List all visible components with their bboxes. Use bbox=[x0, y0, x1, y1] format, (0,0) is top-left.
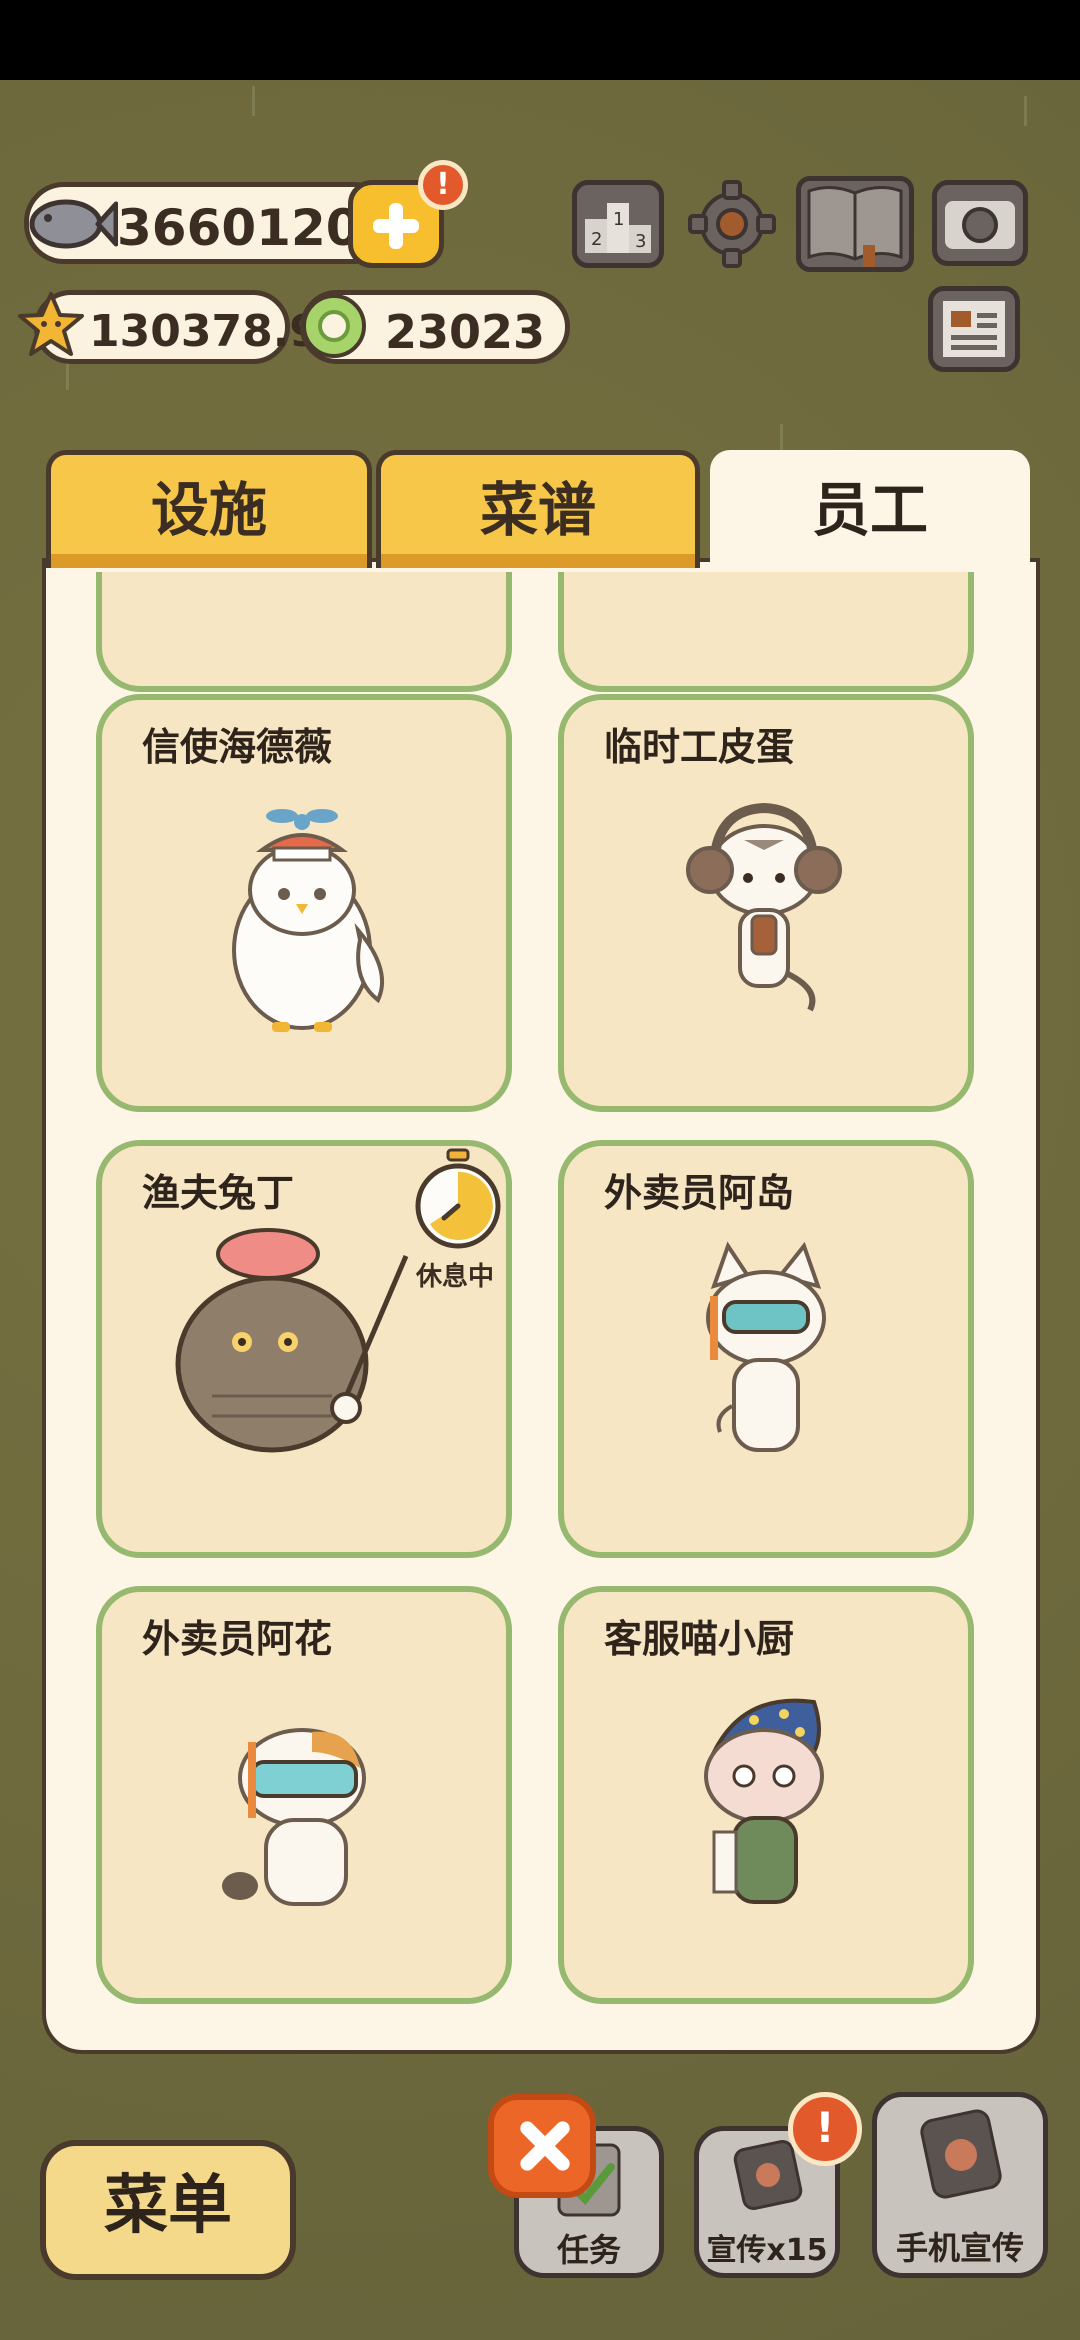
tab-facilities-label: 设施 bbox=[150, 476, 267, 544]
status-bar bbox=[0, 0, 1080, 80]
tab-recipes[interactable]: 菜谱 bbox=[376, 450, 700, 568]
staff-card-partial[interactable] bbox=[96, 572, 512, 692]
cat-headphones-character-icon bbox=[686, 802, 842, 1012]
staff-card-pidan[interactable]: 临时工皮蛋 bbox=[558, 694, 974, 1112]
nightcap-cat-character-icon bbox=[704, 1698, 824, 1904]
tab-recipes-label: 菜谱 bbox=[479, 476, 596, 544]
book-icon bbox=[807, 186, 903, 267]
resting-status: 休息中 bbox=[408, 1146, 508, 1296]
snorkel-cat-white-character-icon bbox=[706, 1241, 826, 1452]
podium-icon: 2 1 3 bbox=[585, 203, 651, 253]
svg-text:3: 3 bbox=[635, 231, 646, 252]
alert-badge: ! bbox=[418, 160, 468, 210]
gem-icon bbox=[302, 294, 366, 358]
menu-button[interactable]: 菜单 bbox=[40, 2140, 296, 2280]
staff-card-partial[interactable] bbox=[558, 572, 974, 692]
camera-button[interactable] bbox=[932, 180, 1028, 266]
svg-text:1: 1 bbox=[613, 209, 624, 230]
background-rain-mark bbox=[252, 86, 255, 116]
gem-count: 23023 bbox=[385, 305, 546, 359]
staff-panel: 设施 菜谱 员工 信使海德薇 临时工皮蛋 渔夫兔丁 休息中 外卖员阿岛 外卖员阿… bbox=[42, 450, 1040, 2054]
resting-label: 休息中 bbox=[416, 1262, 495, 1292]
staff-card-tuding[interactable]: 渔夫兔丁 休息中 bbox=[96, 1140, 512, 1558]
close-button[interactable] bbox=[488, 2094, 596, 2198]
phone-promo-icon bbox=[920, 2109, 1002, 2199]
background-rain-mark bbox=[66, 360, 69, 390]
camera-icon bbox=[945, 201, 1015, 249]
tab-staff-label: 员工 bbox=[811, 476, 928, 544]
recipe-book-button[interactable] bbox=[796, 176, 914, 272]
fish-icon bbox=[29, 199, 118, 249]
staff-card-adao[interactable]: 外卖员阿岛 bbox=[558, 1140, 974, 1558]
star-count: 130378.9 bbox=[89, 306, 321, 357]
task-label: 任务 bbox=[556, 2231, 621, 2269]
promo-label: 宣传x15 bbox=[706, 2233, 828, 2268]
phone-promo-button[interactable]: 手机宣传 bbox=[872, 2092, 1048, 2278]
ranking-button[interactable]: 2 1 3 bbox=[572, 180, 664, 268]
phone-promo-label: 手机宣传 bbox=[895, 2229, 1024, 2267]
newspaper-button[interactable] bbox=[928, 286, 1020, 372]
tab-facilities[interactable]: 设施 bbox=[46, 450, 372, 568]
staff-card-xiaochu[interactable]: 客服喵小厨 bbox=[558, 1586, 974, 2004]
promo-alert-badge: ! bbox=[788, 2092, 862, 2166]
staff-card-hedwig[interactable]: 信使海德薇 bbox=[96, 694, 512, 1112]
tab-staff[interactable]: 员工 bbox=[710, 450, 1030, 570]
star-icon bbox=[18, 292, 84, 356]
gear-icon[interactable] bbox=[686, 178, 778, 270]
menu-button-label: 菜单 bbox=[104, 2169, 232, 2243]
owl-character-icon bbox=[232, 809, 385, 1032]
newspaper-icon bbox=[943, 301, 1005, 357]
snorkel-cat-calico-character-icon bbox=[222, 1728, 366, 1906]
stopwatch-icon bbox=[415, 1148, 501, 1249]
staff-card-ahua[interactable]: 外卖员阿花 bbox=[96, 1586, 512, 2004]
svg-text:2: 2 bbox=[591, 229, 602, 250]
background-rain-mark bbox=[1024, 96, 1027, 126]
